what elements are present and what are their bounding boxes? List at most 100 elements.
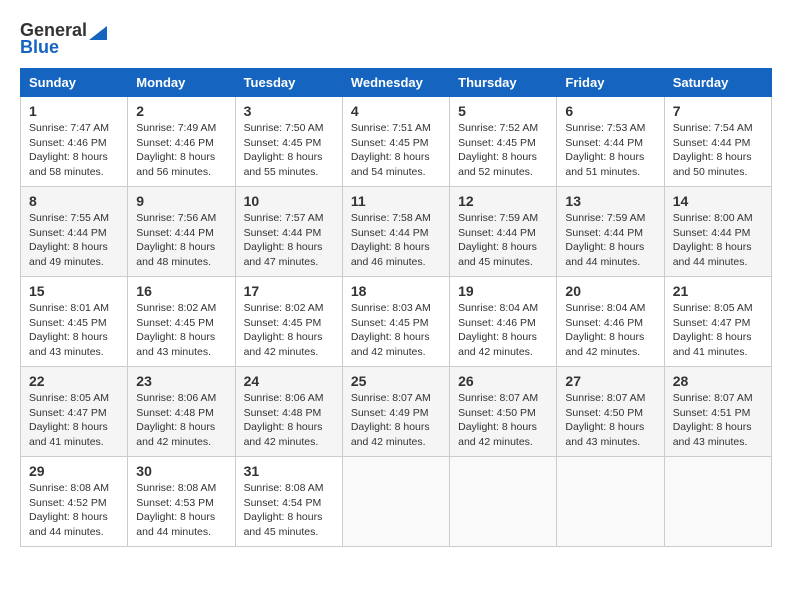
daylight-label: Daylight: 8 hours and 43 minutes. [29,331,108,358]
sunset-label: Sunset: 4:54 PM [244,497,322,509]
daylight-label: Daylight: 8 hours and 42 minutes. [244,331,323,358]
weekday-header-tuesday: Tuesday [235,69,342,97]
daylight-label: Daylight: 8 hours and 52 minutes. [458,151,537,178]
day-number: 29 [29,463,119,479]
day-number: 10 [244,193,334,209]
calendar-cell: 26 Sunrise: 8:07 AM Sunset: 4:50 PM Dayl… [450,367,557,457]
sunrise-label: Sunrise: 7:55 AM [29,212,109,224]
daylight-label: Daylight: 8 hours and 51 minutes. [565,151,644,178]
day-info: Sunrise: 8:00 AM Sunset: 4:44 PM Dayligh… [673,211,763,270]
sunrise-label: Sunrise: 7:58 AM [351,212,431,224]
sunrise-label: Sunrise: 8:06 AM [244,392,324,404]
day-info: Sunrise: 7:56 AM Sunset: 4:44 PM Dayligh… [136,211,226,270]
sunrise-label: Sunrise: 7:49 AM [136,122,216,134]
daylight-label: Daylight: 8 hours and 43 minutes. [673,421,752,448]
calendar-cell: 10 Sunrise: 7:57 AM Sunset: 4:44 PM Dayl… [235,187,342,277]
sunrise-label: Sunrise: 8:04 AM [565,302,645,314]
day-number: 23 [136,373,226,389]
calendar-week-row: 22 Sunrise: 8:05 AM Sunset: 4:47 PM Dayl… [21,367,772,457]
sunset-label: Sunset: 4:44 PM [565,137,643,149]
sunrise-label: Sunrise: 8:00 AM [673,212,753,224]
daylight-label: Daylight: 8 hours and 41 minutes. [29,421,108,448]
sunset-label: Sunset: 4:44 PM [351,227,429,239]
sunrise-label: Sunrise: 8:02 AM [244,302,324,314]
daylight-label: Daylight: 8 hours and 41 minutes. [673,331,752,358]
day-info: Sunrise: 7:53 AM Sunset: 4:44 PM Dayligh… [565,121,655,180]
day-info: Sunrise: 8:01 AM Sunset: 4:45 PM Dayligh… [29,301,119,360]
day-number: 16 [136,283,226,299]
calendar-header: SundayMondayTuesdayWednesdayThursdayFrid… [21,69,772,97]
daylight-label: Daylight: 8 hours and 42 minutes. [458,421,537,448]
day-number: 13 [565,193,655,209]
sunrise-label: Sunrise: 8:08 AM [29,482,109,494]
daylight-label: Daylight: 8 hours and 44 minutes. [565,241,644,268]
sunset-label: Sunset: 4:45 PM [244,137,322,149]
calendar-week-row: 29 Sunrise: 8:08 AM Sunset: 4:52 PM Dayl… [21,457,772,547]
calendar-cell: 14 Sunrise: 8:00 AM Sunset: 4:44 PM Dayl… [664,187,771,277]
calendar-cell: 30 Sunrise: 8:08 AM Sunset: 4:53 PM Dayl… [128,457,235,547]
day-info: Sunrise: 8:07 AM Sunset: 4:50 PM Dayligh… [565,391,655,450]
day-info: Sunrise: 7:50 AM Sunset: 4:45 PM Dayligh… [244,121,334,180]
daylight-label: Daylight: 8 hours and 42 minutes. [351,421,430,448]
day-info: Sunrise: 7:54 AM Sunset: 4:44 PM Dayligh… [673,121,763,180]
day-number: 3 [244,103,334,119]
day-info: Sunrise: 7:58 AM Sunset: 4:44 PM Dayligh… [351,211,441,270]
day-info: Sunrise: 8:08 AM Sunset: 4:53 PM Dayligh… [136,481,226,540]
sunrise-label: Sunrise: 7:56 AM [136,212,216,224]
calendar-week-row: 15 Sunrise: 8:01 AM Sunset: 4:45 PM Dayl… [21,277,772,367]
weekday-header-thursday: Thursday [450,69,557,97]
sunset-label: Sunset: 4:45 PM [351,317,429,329]
daylight-label: Daylight: 8 hours and 45 minutes. [458,241,537,268]
logo: General Blue [20,20,107,58]
sunset-label: Sunset: 4:44 PM [673,137,751,149]
day-info: Sunrise: 7:55 AM Sunset: 4:44 PM Dayligh… [29,211,119,270]
calendar-cell: 20 Sunrise: 8:04 AM Sunset: 4:46 PM Dayl… [557,277,664,367]
sunset-label: Sunset: 4:48 PM [244,407,322,419]
day-info: Sunrise: 8:07 AM Sunset: 4:51 PM Dayligh… [673,391,763,450]
daylight-label: Daylight: 8 hours and 42 minutes. [136,421,215,448]
calendar-cell: 31 Sunrise: 8:08 AM Sunset: 4:54 PM Dayl… [235,457,342,547]
sunrise-label: Sunrise: 8:07 AM [565,392,645,404]
day-number: 7 [673,103,763,119]
day-number: 2 [136,103,226,119]
day-info: Sunrise: 8:07 AM Sunset: 4:49 PM Dayligh… [351,391,441,450]
day-number: 1 [29,103,119,119]
sunrise-label: Sunrise: 8:08 AM [244,482,324,494]
sunset-label: Sunset: 4:46 PM [565,317,643,329]
sunset-label: Sunset: 4:49 PM [351,407,429,419]
day-info: Sunrise: 7:51 AM Sunset: 4:45 PM Dayligh… [351,121,441,180]
day-info: Sunrise: 7:59 AM Sunset: 4:44 PM Dayligh… [458,211,548,270]
calendar-cell: 16 Sunrise: 8:02 AM Sunset: 4:45 PM Dayl… [128,277,235,367]
sunrise-label: Sunrise: 8:07 AM [458,392,538,404]
daylight-label: Daylight: 8 hours and 56 minutes. [136,151,215,178]
daylight-label: Daylight: 8 hours and 47 minutes. [244,241,323,268]
day-info: Sunrise: 8:04 AM Sunset: 4:46 PM Dayligh… [565,301,655,360]
calendar-cell: 5 Sunrise: 7:52 AM Sunset: 4:45 PM Dayli… [450,97,557,187]
calendar-cell: 24 Sunrise: 8:06 AM Sunset: 4:48 PM Dayl… [235,367,342,457]
day-number: 14 [673,193,763,209]
sunset-label: Sunset: 4:50 PM [565,407,643,419]
calendar-cell [557,457,664,547]
sunrise-label: Sunrise: 8:02 AM [136,302,216,314]
sunset-label: Sunset: 4:47 PM [673,317,751,329]
calendar-cell: 25 Sunrise: 8:07 AM Sunset: 4:49 PM Dayl… [342,367,449,457]
calendar-cell: 12 Sunrise: 7:59 AM Sunset: 4:44 PM Dayl… [450,187,557,277]
sunset-label: Sunset: 4:45 PM [458,137,536,149]
day-number: 9 [136,193,226,209]
calendar-cell [450,457,557,547]
sunset-label: Sunset: 4:44 PM [565,227,643,239]
day-number: 20 [565,283,655,299]
day-number: 5 [458,103,548,119]
day-number: 21 [673,283,763,299]
sunset-label: Sunset: 4:44 PM [29,227,107,239]
daylight-label: Daylight: 8 hours and 44 minutes. [29,511,108,538]
sunrise-label: Sunrise: 7:59 AM [458,212,538,224]
day-number: 26 [458,373,548,389]
calendar-cell: 18 Sunrise: 8:03 AM Sunset: 4:45 PM Dayl… [342,277,449,367]
sunrise-label: Sunrise: 8:04 AM [458,302,538,314]
calendar-week-row: 1 Sunrise: 7:47 AM Sunset: 4:46 PM Dayli… [21,97,772,187]
daylight-label: Daylight: 8 hours and 44 minutes. [673,241,752,268]
page-header: General Blue [20,20,772,58]
logo-triangle-icon [89,22,107,40]
day-info: Sunrise: 7:57 AM Sunset: 4:44 PM Dayligh… [244,211,334,270]
